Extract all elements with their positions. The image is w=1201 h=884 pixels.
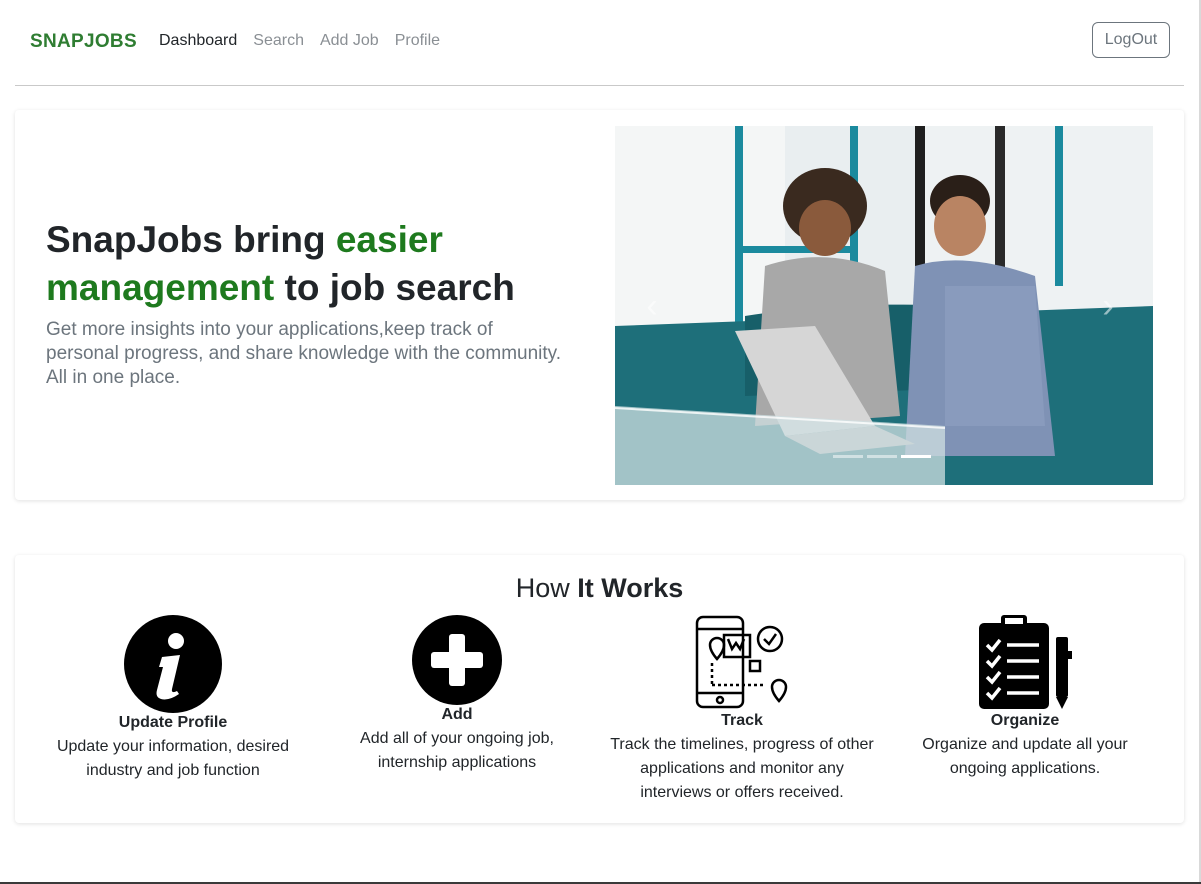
how-it-works-section: How It Works Update Profile Update your … — [15, 555, 1184, 823]
hero-section: SnapJobs bring easier management to job … — [15, 110, 1184, 500]
carousel-indicator-2[interactable] — [867, 455, 897, 458]
hero-title-part2: to job search — [274, 267, 515, 308]
feature-description: Add all of your ongoing job, internship … — [360, 730, 554, 771]
carousel-indicator-3[interactable] — [901, 455, 931, 458]
hero-carousel[interactable]: ‹ › — [615, 126, 1153, 485]
logout-button[interactable]: LogOut — [1092, 22, 1170, 58]
nav-links: Dashboard Search Add Job Profile — [159, 32, 456, 50]
nav-link-dashboard[interactable]: Dashboard — [159, 32, 237, 50]
how-title-regular: How — [515, 573, 578, 603]
clipboard-checklist-icon — [979, 615, 1072, 709]
feature-organize: Organize Organize and update all your on… — [900, 615, 1150, 781]
carousel-photo — [615, 126, 1153, 485]
feature-title: Add — [441, 706, 473, 723]
plus-circle-icon — [412, 615, 502, 705]
feature-title: Organize — [990, 712, 1060, 729]
carousel-next-control[interactable]: › — [1093, 286, 1123, 326]
how-it-works-title: How It Works — [15, 573, 1184, 604]
feature-title: Track — [721, 712, 763, 729]
carousel-prev-control[interactable]: ‹ — [637, 286, 667, 326]
how-title-bold: It Works — [577, 573, 684, 603]
feature-description: Organize and update all your ongoing app… — [922, 736, 1128, 777]
feature-description: Track the timelines, progress of other a… — [610, 736, 874, 801]
info-icon — [124, 615, 222, 713]
phone-tracking-icon — [695, 615, 788, 709]
hero-subtitle: Get more insights into your applications… — [46, 319, 562, 388]
navbar: SNAPJOBS Dashboard Search Add Job Profil… — [15, 0, 1184, 86]
hero-title-part1: SnapJobs bring — [46, 219, 336, 260]
nav-link-profile[interactable]: Profile — [395, 32, 440, 50]
feature-track: Track Track the timelines, progress of o… — [607, 615, 877, 805]
brand-logo[interactable]: SNAPJOBS — [30, 31, 137, 53]
nav-link-search[interactable]: Search — [253, 32, 304, 50]
feature-title: Update Profile — [118, 714, 228, 731]
feature-update-profile: Update Profile Update your information, … — [38, 615, 308, 783]
carousel-indicator-1[interactable] — [833, 455, 863, 458]
nav-link-add-job[interactable]: Add Job — [320, 32, 379, 50]
feature-description: Update your information, desired industr… — [56, 738, 290, 779]
hero-title: SnapJobs bring easier management to job … — [46, 216, 586, 312]
feature-add: Add Add all of your ongoing job, interns… — [342, 615, 572, 775]
carousel-indicators — [833, 455, 931, 458]
